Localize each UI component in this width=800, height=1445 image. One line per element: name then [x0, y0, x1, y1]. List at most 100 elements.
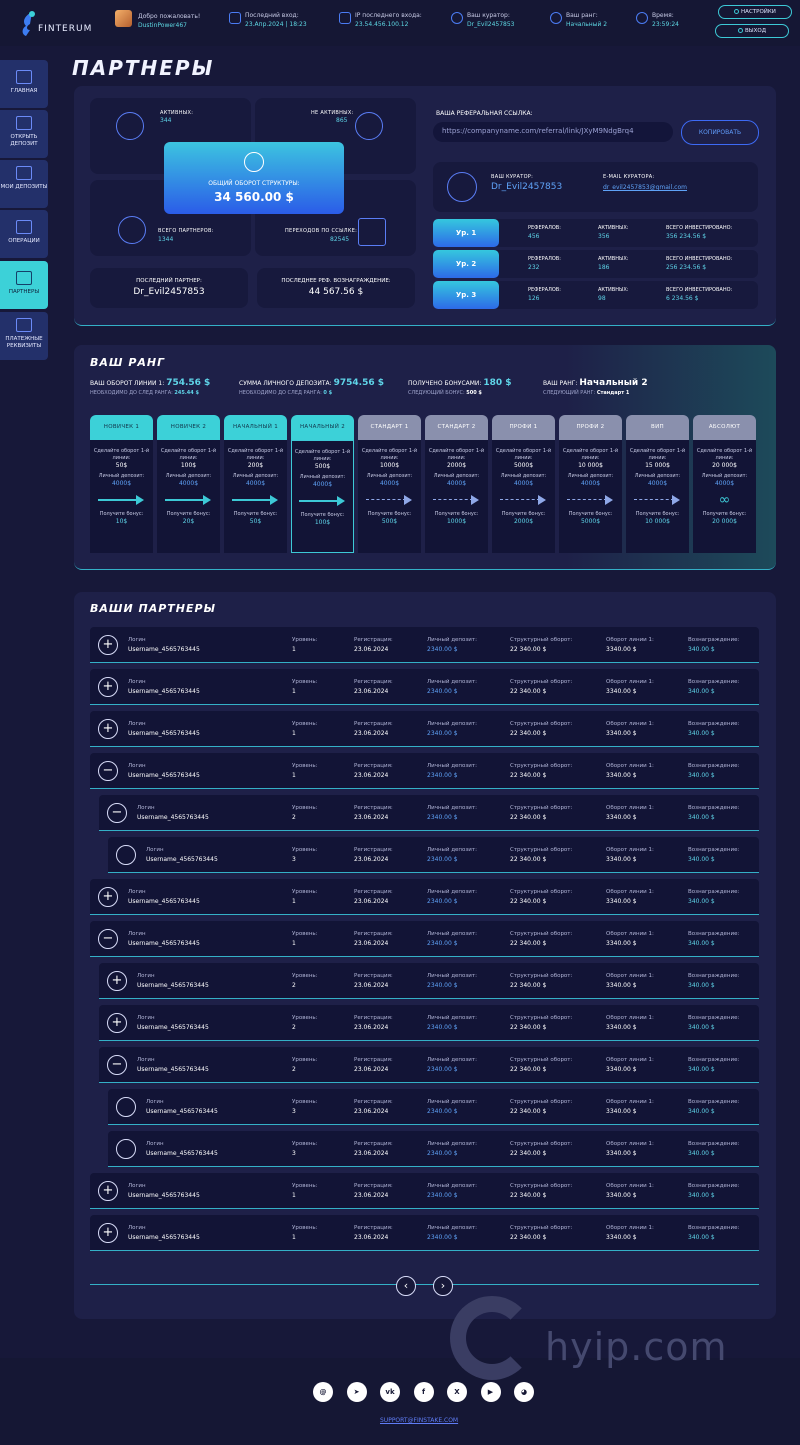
partner-login-value: Username_4565763445 — [137, 1066, 209, 1073]
sidebar-item-open-deposit[interactable]: ОТКРЫТЬ ДЕПОЗИТ — [0, 110, 48, 158]
partner-struct-label: Структурный оборот: — [510, 1015, 573, 1021]
settings-label: НАСТРОЙКИ — [741, 9, 776, 15]
curator-email-link[interactable]: dr_evil2457853@gmail.com — [603, 184, 687, 191]
rank-tier-name: НАЧАЛЬНЫЙ 2 — [291, 415, 354, 440]
tier-dep-label: Личный депозит: — [165, 473, 212, 479]
x-icon[interactable]: X — [447, 1382, 467, 1402]
copy-button[interactable]: КОПИРОВАТЬ — [681, 120, 759, 145]
partner-dep-label: Личный депозит: — [427, 805, 477, 811]
clock-icon — [636, 12, 648, 24]
collapse-icon[interactable]: − — [107, 803, 127, 823]
expand-icon[interactable]: + — [98, 1181, 118, 1201]
avatar[interactable] — [115, 10, 132, 27]
curator-card-name: Dr_Evil2457853 — [491, 182, 563, 192]
telegram-icon[interactable]: ➤ — [346, 1382, 367, 1402]
support-email-link[interactable]: SUPPORT@FINSTAKE.COM — [380, 1417, 458, 1424]
level-2-button[interactable]: Ур. 2 — [433, 250, 499, 278]
brand-logo-icon — [22, 11, 35, 36]
arrow-icon — [633, 493, 682, 507]
partner-row[interactable]: + Логин Username_4565763445 Уровень: 2 Регист… — [99, 1005, 759, 1041]
curator-card: ВАШ КУРАТОР: Dr_Evil2457853 E-MAIL КУРАТ… — [433, 162, 758, 212]
partner-reward-label: Вознаграждение: — [688, 721, 740, 727]
partner-row[interactable]: + Логин Username_4565763445 Уровень: 1 Регист… — [90, 711, 759, 747]
vk-icon[interactable]: vk — [380, 1382, 400, 1402]
tier-dep-label: Личный депозит: — [98, 473, 145, 479]
partner-dep-label: Личный депозит: — [427, 889, 477, 895]
level-3-button[interactable]: Ур. 3 — [433, 281, 499, 309]
collapse-icon[interactable]: − — [107, 1055, 127, 1075]
active-label: АКТИВНЫХ: — [160, 110, 194, 116]
sidebar-item-operations[interactable]: ОПЕРАЦИИ — [0, 210, 48, 258]
tier-dep-label: Личный депозит: — [433, 473, 480, 479]
partner-row[interactable]: + Логин Username_4565763445 Уровень: 1 Регист… — [90, 1215, 759, 1251]
youtube-icon[interactable]: ▶ — [480, 1382, 501, 1402]
partner-dep-label: Личный депозит: — [427, 1183, 477, 1189]
partner-struct-value: 22 340.00 $ — [510, 688, 547, 695]
partner-row[interactable]: Логин Username_4565763445 Уровень: 3 Регистр… — [108, 1131, 759, 1167]
sidebar-item-partners[interactable]: ПАРТНЕРЫ — [0, 261, 48, 309]
partner-line-cell: Оборот линии 1: 3340.00 $ — [606, 971, 654, 991]
partner-reward-cell: Вознаграждение: 340.00 $ — [688, 929, 739, 949]
partner-reward-cell: Вознаграждение: 340.00 $ — [688, 845, 739, 865]
sidebar-item-payment-details[interactable]: ПЛАТЕЖНЫЕ РЕКВИЗИТЫ — [0, 312, 48, 360]
next-page-button[interactable]: › — [433, 1276, 453, 1296]
prev-page-button[interactable]: ‹ — [396, 1276, 416, 1296]
brand-logo[interactable]: FINTERUM — [14, 8, 94, 40]
logout-button[interactable]: ВЫХОД — [715, 24, 789, 38]
expand-icon[interactable]: + — [98, 719, 118, 739]
tier-bonus-label: Получите бонус: — [300, 512, 345, 518]
tier-turnover: 10 000$ — [578, 462, 603, 469]
partner-dep-cell: Личный депозит: 2340.00 $ — [427, 1181, 477, 1201]
facebook-icon[interactable]: f — [413, 1382, 434, 1402]
email-icon[interactable]: @ — [313, 1382, 333, 1402]
partner-row[interactable]: − Логин Username_4565763445 Уровень: 1 Регист… — [90, 921, 759, 957]
partner-row[interactable]: + Логин Username_4565763445 Уровень: 1 Регист… — [90, 669, 759, 705]
expand-icon[interactable]: + — [98, 887, 118, 907]
partner-struct-label: Структурный оборот: — [510, 1141, 573, 1147]
last-reward-value: 44 567.56 $ — [308, 287, 364, 297]
partner-login-label: Логин — [146, 1141, 164, 1147]
partner-row[interactable]: − Логин Username_4565763445 Уровень: 1 Регист… — [90, 753, 759, 789]
level-1-button[interactable]: Ур. 1 — [433, 219, 499, 247]
sidebar-item-my-deposits[interactable]: МОИ ДЕПОЗИТЫ — [0, 160, 48, 208]
partner-dep-value: 2340.00 $ — [427, 1150, 458, 1157]
collapse-icon[interactable]: − — [98, 929, 118, 949]
collapse-icon[interactable]: − — [98, 761, 118, 781]
sidebar-item-home[interactable]: ГЛАВНАЯ — [0, 60, 48, 108]
partner-line-value: 3340.00 $ — [606, 1150, 637, 1157]
arrow-icon — [97, 493, 146, 507]
referral-link-input[interactable]: https://companyname.com/referral/link/JX… — [433, 122, 673, 142]
partner-row[interactable]: Логин Username_4565763445 Уровень: 3 Регистр… — [108, 1089, 759, 1125]
partner-dep-cell: Личный депозит: 2340.00 $ — [427, 1139, 477, 1159]
expand-icon[interactable]: + — [98, 1223, 118, 1243]
rank-tier-card: НОВИЧЕК 2 Сделайте оборот 1-й линии: 100$ Л… — [157, 415, 220, 553]
partner-row[interactable]: + Логин Username_4565763445 Уровень: 2 Регист… — [99, 963, 759, 999]
arrow-icon — [298, 494, 347, 508]
top-header: FINTERUM Добро пожаловать! DustinPower46… — [0, 0, 800, 46]
partner-row[interactable]: + Логин Username_4565763445 Уровень: 1 Регист… — [90, 1173, 759, 1209]
tier-deposit: 4000$ — [647, 480, 668, 487]
rank-tier-name: ПРОФИ 1 — [492, 415, 555, 440]
partner-row[interactable]: Логин Username_4565763445 Уровень: 3 Регистр… — [108, 837, 759, 873]
tier-bonus: 2000$ — [513, 518, 534, 525]
partner-row[interactable]: − Логин Username_4565763445 Уровень: 2 Регист… — [99, 1047, 759, 1083]
expand-icon[interactable]: + — [98, 635, 118, 655]
ip-label: IP последнего входа: — [355, 12, 422, 19]
partner-login-value: Username_4565763445 — [128, 730, 200, 737]
partner-dep-value: 2340.00 $ — [427, 856, 458, 863]
expand-icon[interactable]: + — [107, 1013, 127, 1033]
partner-reward-cell: Вознаграждение: 340.00 $ — [688, 761, 739, 781]
settings-button[interactable]: НАСТРОЙКИ — [718, 5, 792, 19]
expand-icon[interactable]: + — [107, 971, 127, 991]
partner-line-label: Оборот линии 1: — [606, 1183, 654, 1189]
partner-row[interactable]: + Логин Username_4565763445 Уровень: 1 Регист… — [90, 879, 759, 915]
partner-row[interactable]: − Логин Username_4565763445 Уровень: 2 Регист… — [99, 795, 759, 831]
expand-icon[interactable]: + — [98, 677, 118, 697]
leaf-icon — [116, 1139, 136, 1159]
partner-login-cell: Логин Username_4565763445 — [137, 1013, 209, 1033]
discord-icon[interactable]: ◕ — [514, 1382, 534, 1402]
tier-turnover: 500$ — [314, 463, 331, 470]
partner-row[interactable]: + Логин Username_4565763445 Уровень: 1 Регист… — [90, 627, 759, 663]
partner-struct-label: Структурный оборот: — [510, 889, 573, 895]
partner-login-label: Логин — [137, 805, 155, 811]
